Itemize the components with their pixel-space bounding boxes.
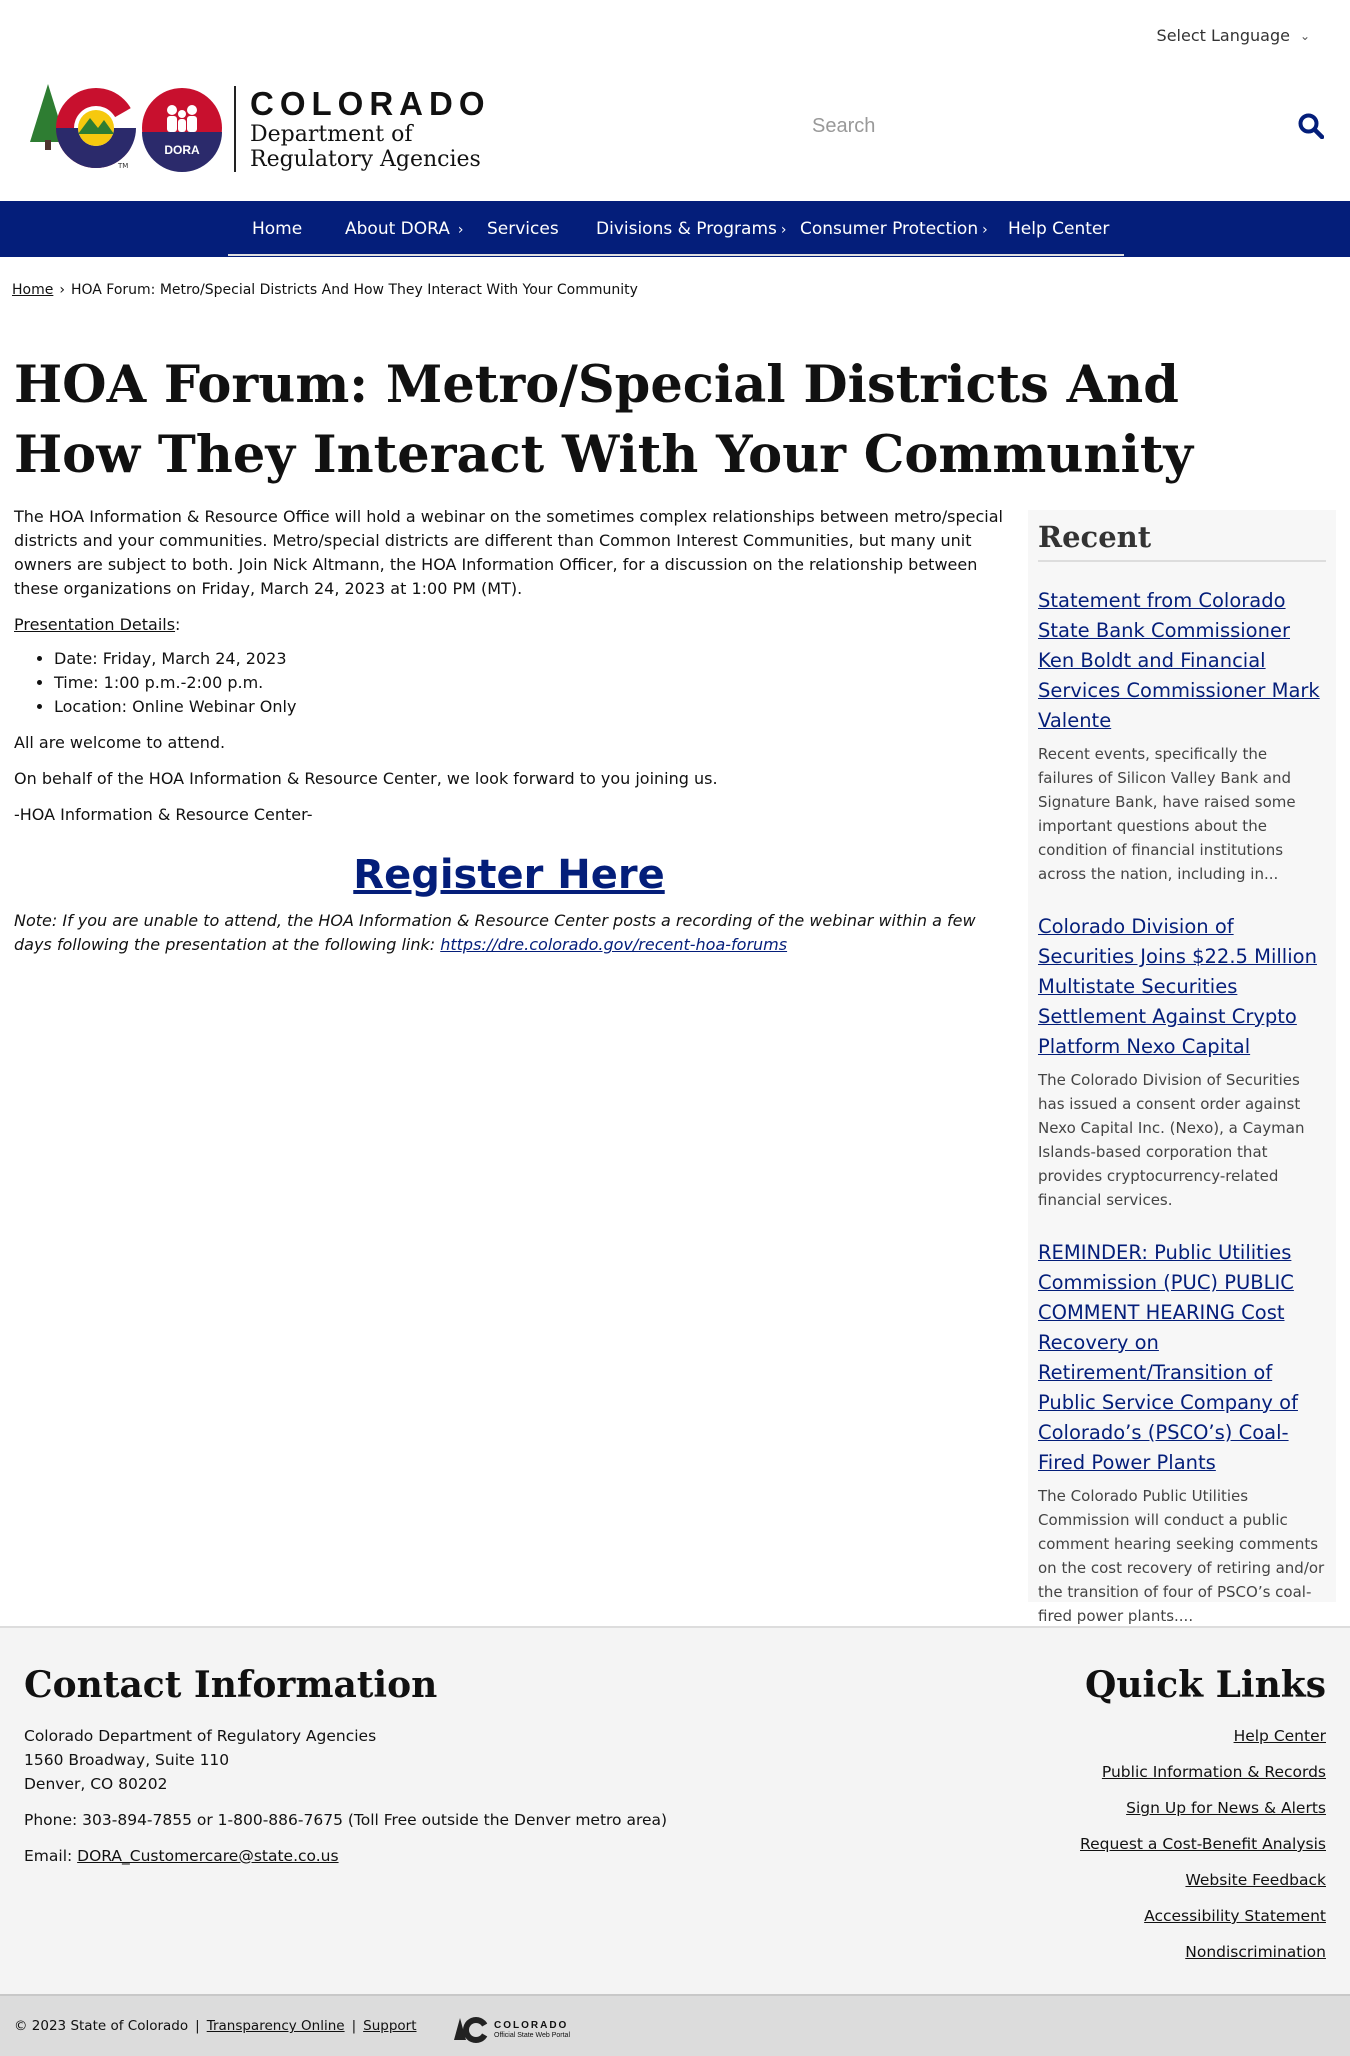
logo-dept-line1: Department of <box>250 122 413 147</box>
svg-text:TM: TM <box>117 162 128 170</box>
nav-item-services[interactable]: Services <box>487 201 559 257</box>
behalf-text: On behalf of the HOA Information & Resou… <box>14 769 718 788</box>
quick-link-nondiscrimination[interactable]: Nondiscrimination <box>1080 1940 1326 1976</box>
recent-item-link[interactable]: REMINDER: Public Utilities Commission (P… <box>1038 1238 1326 1478</box>
chevron-right-icon: › <box>780 222 787 238</box>
logo-state: COLORADO <box>250 85 491 122</box>
footer: Contact Information Quick Links Colorado… <box>0 1626 1350 1994</box>
search-icon[interactable] <box>1298 113 1324 139</box>
bottom-bar: © 2023 State of Colorado | Transparency On… <box>0 1994 1350 2056</box>
quick-link-accessibility[interactable]: Accessibility Statement <box>1080 1904 1326 1940</box>
details-heading-line: Presentation Details: <box>14 615 181 634</box>
breadcrumb-home-link[interactable]: Home <box>12 282 53 298</box>
chevron-right-icon: › <box>457 222 464 238</box>
intro-paragraph: The HOA Information & Resource Office wi… <box>14 507 1003 598</box>
recent-sidebar: Recent Statement from Colorado State Ban… <box>1028 510 1336 1625</box>
portal-name: COLORADO <box>494 2020 569 2031</box>
recent-forums-link[interactable]: https://dre.colorado.gov/recent-hoa-foru… <box>440 935 787 954</box>
copyright: © 2023 State of Colorado <box>14 2018 189 2034</box>
list-item: Location: Online Webinar Only <box>54 695 1004 719</box>
list-item: Date: Friday, March 24, 2023 <box>54 647 1004 671</box>
support-link[interactable]: Support <box>363 2018 416 2034</box>
language-selector[interactable]: Select Language ⌄ <box>1157 26 1310 45</box>
recent-item-link[interactable]: Statement from Colorado State Bank Commi… <box>1038 586 1326 736</box>
list-item: Statement from Colorado State Bank Commi… <box>1038 586 1326 886</box>
quick-link-feedback[interactable]: Website Feedback <box>1080 1868 1326 1904</box>
quick-link-public-info[interactable]: Public Information & Records <box>1080 1760 1326 1796</box>
quick-links-heading: Quick Links <box>1085 1664 1326 1706</box>
signoff-text: -HOA Information & Resource Center- <box>14 805 313 824</box>
state-portal-logo[interactable]: COLORADO Official State Web Portal <box>454 2016 570 2044</box>
recent-heading: Recent <box>1038 520 1326 562</box>
details-heading: Presentation Details <box>14 615 176 634</box>
colorado-c-logo-icon: TM DORA <box>30 84 222 172</box>
chevron-right-icon: › <box>982 222 988 238</box>
nav-divider <box>228 254 1124 256</box>
contact-heading: Contact Information <box>24 1664 438 1706</box>
nav-item-help-center[interactable]: Help Center <box>1008 201 1109 257</box>
logo-badge-text: DORA <box>164 143 200 157</box>
quick-links: Help Center Public Information & Records… <box>1080 1724 1326 1976</box>
bottom-links: © 2023 State of Colorado | Transparency On… <box>14 2018 417 2034</box>
recent-item-desc: The Colorado Public Utilities Commission… <box>1038 1487 1325 1625</box>
transparency-link[interactable]: Transparency Online <box>207 2018 345 2034</box>
breadcrumb-separator: › <box>59 282 65 298</box>
portal-subtitle: Official State Web Portal <box>494 2032 570 2039</box>
logo-wordmark: COLORADO Department of Regulatory Agenci… <box>234 86 491 172</box>
quick-link-news-alerts[interactable]: Sign Up for News & Alerts <box>1080 1796 1326 1832</box>
chevron-down-icon: ⌄ <box>1299 28 1310 43</box>
note-paragraph: Note: If you are unable to attend, the H… <box>14 909 1004 957</box>
phone: Phone: 303-894-7855 or 1-800-886-7675 (T… <box>24 1811 668 1829</box>
list-item: Colorado Division of Securities Joins $2… <box>1038 912 1326 1212</box>
search-input[interactable] <box>812 114 1252 138</box>
register-section: Register Here <box>14 851 1004 899</box>
contact-info: Colorado Department of Regulatory Agenci… <box>24 1724 667 1880</box>
list-item: REMINDER: Public Utilities Commission (P… <box>1038 1238 1326 1628</box>
dora-logo[interactable]: TM DORA COLORADO Department of Regulator… <box>28 84 491 174</box>
address: Colorado Department of Regulatory Agenci… <box>24 1727 377 1793</box>
language-label: Select Language <box>1156 26 1290 45</box>
welcome-text: All are welcome to attend. <box>14 733 226 752</box>
page-title: HOA Forum: Metro/Special Districts And H… <box>14 355 1194 485</box>
recent-item-desc: The Colorado Division of Securities has … <box>1038 1071 1305 1209</box>
recent-item-desc: Recent events, specifically the failures… <box>1038 745 1296 883</box>
nav-item-consumer-protection[interactable]: Consumer Protection › <box>800 201 988 257</box>
breadcrumb: Home › HOA Forum: Metro/Special Districts … <box>12 282 638 298</box>
colorado-c-icon <box>454 2017 490 2043</box>
recent-item-link[interactable]: Colorado Division of Securities Joins $2… <box>1038 912 1326 1062</box>
nav-item-home[interactable]: Home <box>252 201 302 257</box>
email-line: Email: DORA_Customercare@state.co.us <box>24 1847 339 1865</box>
search-bar <box>812 106 1324 146</box>
logo-dept-line2: Regulatory Agencies <box>250 147 481 172</box>
nav-item-about-dora[interactable]: About DORA › <box>345 201 464 257</box>
breadcrumb-current: HOA Forum: Metro/Special Districts And H… <box>70 282 638 298</box>
email-link[interactable]: DORA_Customercare@state.co.us <box>77 1847 338 1865</box>
details-list: Date: Friday, March 24, 2023 Time: 1:00 … <box>54 647 1004 719</box>
quick-link-cost-benefit[interactable]: Request a Cost-Benefit Analysis <box>1080 1832 1326 1868</box>
quick-link-help-center[interactable]: Help Center <box>1080 1724 1326 1760</box>
main-content: The HOA Information & Resource Office wi… <box>14 505 1004 969</box>
list-item: Time: 1:00 p.m.-2:00 p.m. <box>54 671 1004 695</box>
nav-item-divisions-programs[interactable]: Divisions & Programs › <box>596 201 786 257</box>
register-link[interactable]: Register Here <box>353 852 664 898</box>
main-nav: Home About DORA › Services Divisions & Pr… <box>0 201 1350 257</box>
